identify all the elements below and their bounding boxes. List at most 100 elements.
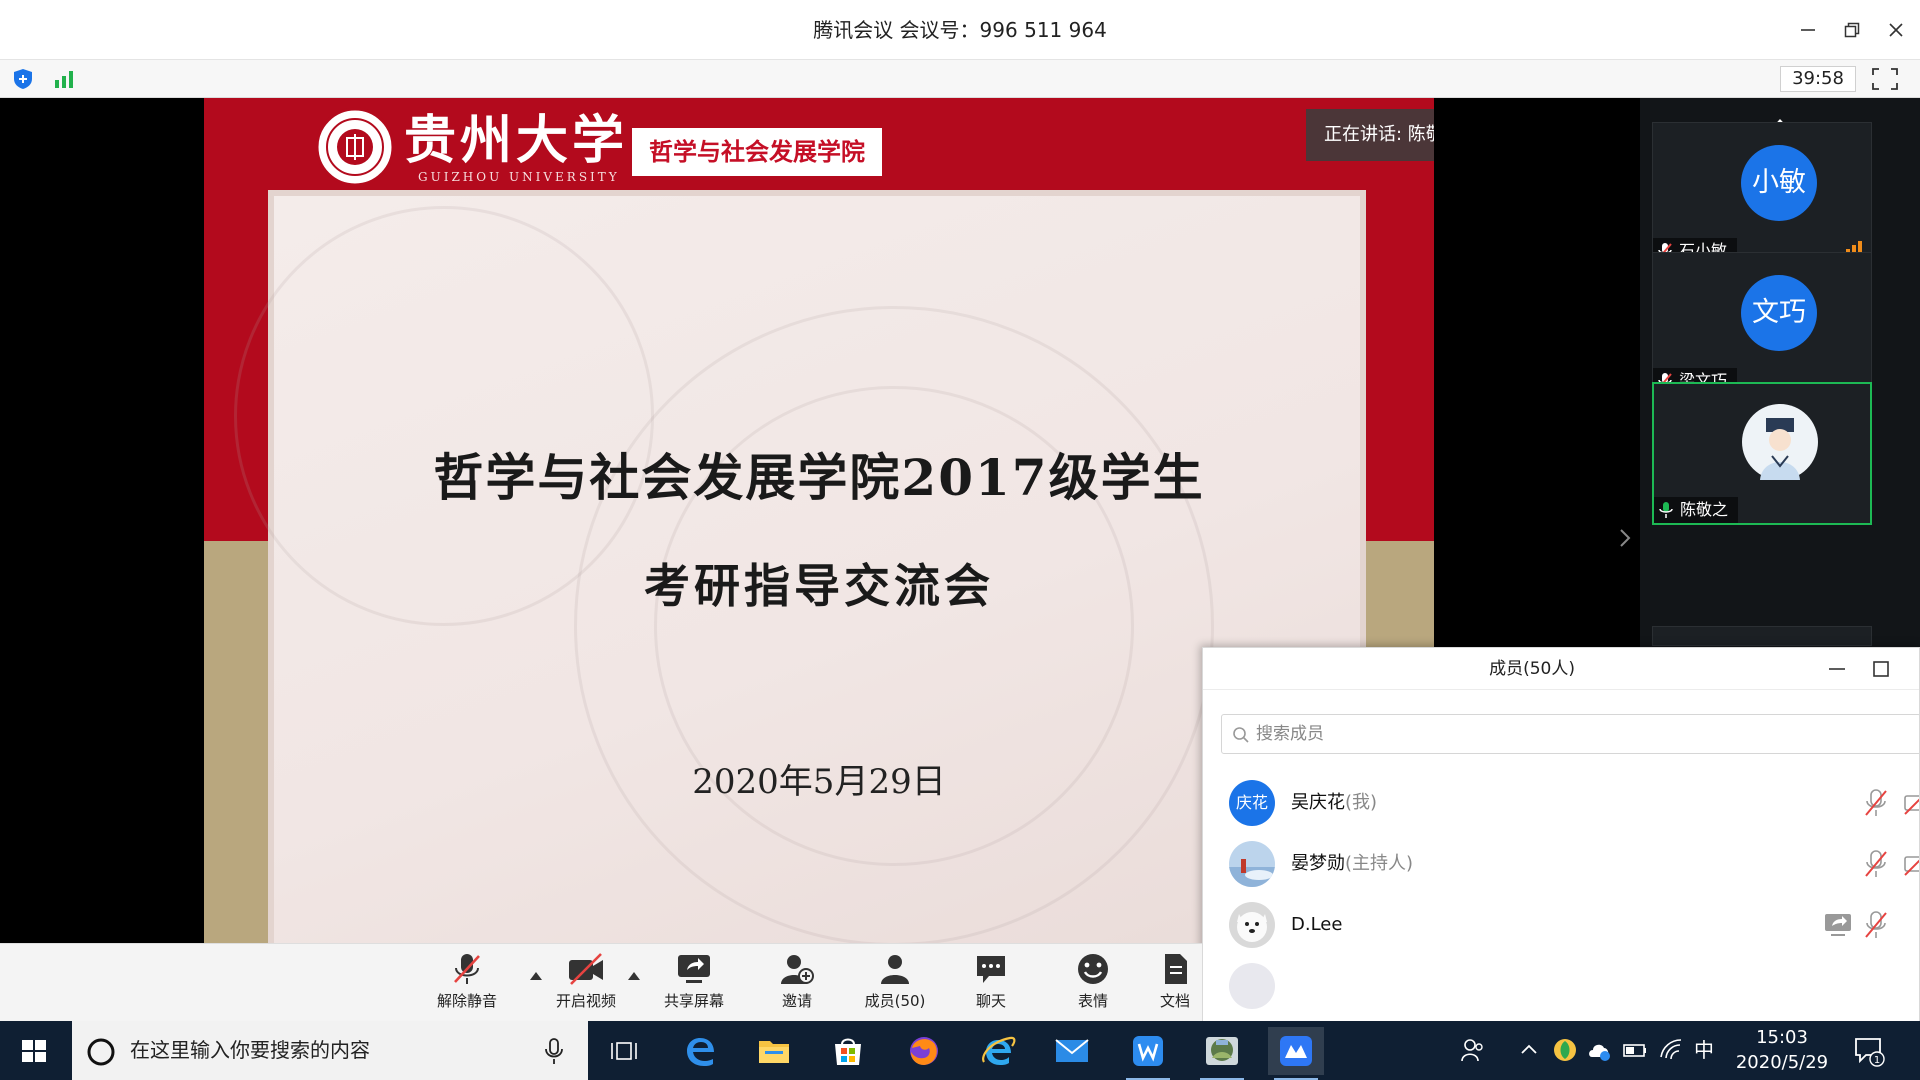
notification-count: 1 bbox=[1874, 1055, 1880, 1066]
windows-start-icon[interactable] bbox=[14, 1033, 54, 1069]
taskbar-search-box[interactable]: 在这里输入你要搜索的内容 bbox=[72, 1021, 588, 1080]
speaking-label: 正在讲话: 陈敬之; bbox=[1324, 124, 1434, 145]
mail-icon bbox=[1055, 1039, 1089, 1062]
participant-name: 陈敬之 bbox=[1680, 500, 1729, 519]
video-tile-partial[interactable] bbox=[1652, 626, 1872, 646]
screen-share-icon bbox=[678, 955, 710, 983]
meeting-info-bar: 39:58 bbox=[0, 60, 1920, 98]
taskbar-app-explorer[interactable] bbox=[746, 1027, 802, 1075]
chevron-right-icon[interactable] bbox=[1615, 526, 1635, 550]
window-title: 腾讯会议 会议号：996 511 964 bbox=[813, 18, 1107, 42]
invite-label: 邀请 bbox=[781, 992, 812, 1010]
clock-time: 15:03 bbox=[1756, 1027, 1808, 1048]
network-signal-icon[interactable] bbox=[54, 70, 76, 88]
member-name: D.Lee bbox=[1291, 914, 1343, 935]
camera-off-icon[interactable] bbox=[1903, 790, 1920, 816]
taskbar-app-edge[interactable] bbox=[672, 1027, 728, 1075]
taskbar-app-photos[interactable] bbox=[1194, 1027, 1250, 1080]
member-role: (主持人) bbox=[1345, 853, 1414, 874]
internet-explorer-icon bbox=[982, 1036, 1016, 1065]
task-view-icon bbox=[611, 1042, 637, 1060]
meeting-toolbar: 解除静音 开启视频 共享屏幕 邀请 成员(50) 聊天 表情 文档 bbox=[0, 943, 1202, 1021]
restore-button[interactable] bbox=[1834, 14, 1870, 46]
chat-button[interactable]: 聊天 bbox=[946, 952, 1036, 1016]
unmute-label: 解除静音 bbox=[436, 992, 497, 1010]
video-tile-active-speaker[interactable]: 陈敬之 bbox=[1652, 382, 1872, 525]
mic-muted-icon[interactable] bbox=[1863, 788, 1889, 818]
start-video-label: 开启视频 bbox=[555, 992, 616, 1010]
taskbar-app-ie[interactable] bbox=[970, 1027, 1026, 1075]
participant-avatar: 文巧 bbox=[1741, 275, 1817, 351]
docs-button[interactable]: 文档 bbox=[1148, 952, 1202, 1016]
taskbar-app-store[interactable] bbox=[820, 1027, 876, 1075]
wps-office-icon bbox=[1133, 1036, 1163, 1066]
member-search-input[interactable] bbox=[1256, 715, 1896, 753]
member-avatar-image bbox=[1229, 841, 1275, 887]
mic-muted-icon bbox=[454, 954, 480, 984]
invite-button[interactable]: 邀请 bbox=[752, 952, 842, 1016]
university-name: 贵州大学 bbox=[404, 110, 629, 171]
microphone-icon[interactable] bbox=[544, 1037, 564, 1065]
input-method-indicator[interactable]: 中 bbox=[1694, 1021, 1714, 1080]
participant-avatar: 小敏 bbox=[1741, 145, 1817, 221]
taskbar-app-wps[interactable] bbox=[1120, 1027, 1176, 1080]
cortana-icon bbox=[87, 1038, 115, 1066]
screen-share-icon[interactable] bbox=[1823, 912, 1853, 938]
college-tag: 哲学与社会发展学院 bbox=[632, 128, 882, 176]
tile-name-bar: 陈敬之 bbox=[1654, 497, 1739, 523]
participant-avatar-image bbox=[1742, 404, 1818, 480]
people-icon[interactable] bbox=[1460, 1037, 1486, 1063]
system-clock[interactable]: 15:03 2020/5/29 bbox=[1732, 1025, 1832, 1075]
slide-title-line1: 哲学与社会发展学院2017级学生 bbox=[433, 448, 1205, 507]
reactions-button[interactable]: 表情 bbox=[1048, 952, 1138, 1016]
store-icon bbox=[835, 1038, 861, 1065]
university-seal-logo bbox=[315, 107, 395, 187]
members-panel: 成员(50人) 庆花 吴庆花(我) 晏梦勋(主持人) bbox=[1202, 647, 1920, 1080]
camera-off-icon[interactable] bbox=[1903, 851, 1920, 877]
document-icon bbox=[1165, 954, 1187, 984]
chat-label: 聊天 bbox=[975, 992, 1006, 1010]
edge-browser-icon bbox=[687, 1038, 714, 1066]
security-shield-icon[interactable] bbox=[12, 68, 34, 90]
task-view-button[interactable] bbox=[596, 1027, 652, 1075]
minimize-button[interactable] bbox=[1790, 14, 1826, 46]
unmute-button[interactable]: 解除静音 bbox=[422, 952, 512, 1016]
action-center-button[interactable]: 1 bbox=[1852, 1035, 1892, 1069]
reactions-label: 表情 bbox=[1077, 992, 1108, 1010]
fullscreen-icon[interactable] bbox=[1870, 66, 1900, 92]
members-panel-title: 成员(50人) bbox=[1489, 659, 1575, 679]
battery-icon[interactable] bbox=[1622, 1037, 1648, 1063]
video-tile[interactable]: 小敏 石小敏 bbox=[1652, 122, 1872, 265]
member-name: 晏梦勋 bbox=[1291, 853, 1345, 874]
firefox-icon bbox=[910, 1037, 938, 1065]
members-label: 成员(50) bbox=[864, 992, 926, 1010]
speaking-indicator: 正在讲话: 陈敬之; bbox=[1306, 109, 1434, 161]
wifi-icon[interactable] bbox=[1658, 1037, 1684, 1063]
member-row-partial[interactable] bbox=[1203, 949, 1919, 1023]
mic-muted-icon[interactable] bbox=[1863, 910, 1889, 940]
video-tile[interactable]: 文巧 梁文巧 bbox=[1652, 252, 1872, 395]
taskbar-app-tencent-meeting[interactable] bbox=[1268, 1027, 1324, 1080]
member-avatar: 庆花 bbox=[1229, 780, 1275, 826]
start-video-button[interactable]: 开启视频 bbox=[541, 952, 631, 1016]
members-panel-header: 成员(50人) bbox=[1203, 648, 1919, 690]
maximize-icon[interactable] bbox=[1869, 658, 1893, 680]
members-icon bbox=[881, 955, 909, 984]
members-button[interactable]: 成员(50) bbox=[850, 952, 940, 1016]
taskbar-app-mail[interactable] bbox=[1044, 1027, 1100, 1075]
windows-taskbar: 在这里输入你要搜索的内容 中 15:03 2020/5/29 1 bbox=[0, 1021, 1920, 1080]
mic-muted-icon[interactable] bbox=[1863, 849, 1889, 879]
close-button[interactable] bbox=[1878, 14, 1914, 46]
cloud-sync-icon[interactable] bbox=[1586, 1037, 1612, 1063]
emoji-icon bbox=[1078, 954, 1108, 984]
minimize-icon[interactable] bbox=[1825, 658, 1849, 680]
caret-up-icon[interactable] bbox=[626, 970, 642, 982]
security-tray-icon[interactable] bbox=[1552, 1037, 1578, 1063]
share-screen-button[interactable]: 共享屏幕 bbox=[649, 952, 739, 1016]
chevron-up-icon[interactable] bbox=[1516, 1037, 1542, 1063]
member-search-box[interactable] bbox=[1221, 714, 1919, 754]
mic-speaking-icon bbox=[1659, 502, 1673, 518]
meeting-timer: 39:58 bbox=[1780, 66, 1856, 92]
member-name: 吴庆花 bbox=[1291, 792, 1345, 813]
taskbar-app-firefox[interactable] bbox=[896, 1027, 952, 1075]
